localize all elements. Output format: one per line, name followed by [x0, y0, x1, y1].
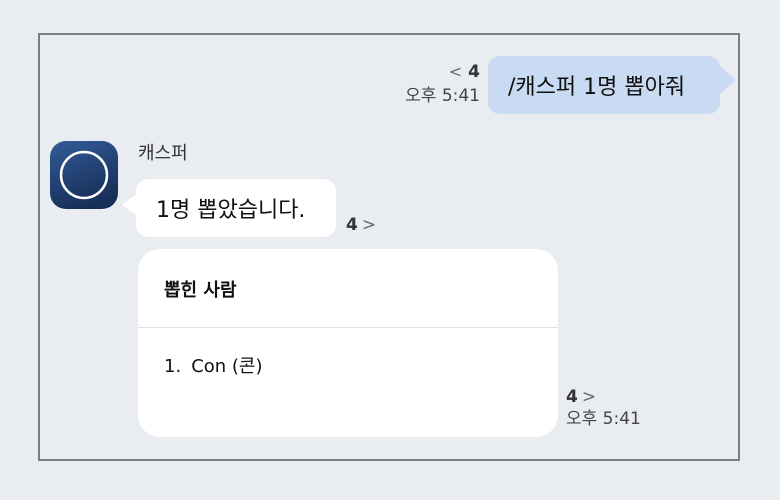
card-time: 오후 5:41 — [566, 409, 641, 429]
outgoing-bubble-tail — [720, 66, 736, 94]
outgoing-text: /캐스퍼 1명 뽑아줘 — [508, 75, 686, 100]
sender-avatar[interactable] — [50, 141, 118, 209]
outgoing-time: 오후 5:41 — [405, 86, 480, 106]
incoming-text: 1명 뽑았습니다. — [156, 198, 306, 223]
unread-count: 4 — [346, 215, 358, 235]
list-item-number: 1. — [164, 356, 182, 377]
outgoing-meta: <4 오후 5:41 — [392, 60, 480, 108]
sender-name[interactable]: 캐스퍼 — [138, 142, 188, 166]
card-meta: 4 > 오후 5:41 — [566, 386, 641, 430]
card-unread[interactable]: 4 > — [566, 386, 641, 408]
outgoing-unread[interactable]: <4 — [392, 60, 480, 84]
incoming-bubble[interactable]: 1명 뽑았습니다. — [136, 179, 336, 237]
outgoing-message[interactable]: /캐스퍼 1명 뽑아줘 — [488, 56, 736, 114]
card-title: 뽑힌 사람 — [164, 280, 237, 301]
card-divider — [138, 327, 558, 328]
chevron-left-icon: < — [448, 62, 463, 81]
list-item: 1. Con (콘) — [164, 355, 263, 379]
unread-count: 4 — [468, 62, 480, 82]
incoming-message[interactable]: 1명 뽑았습니다. — [120, 179, 340, 239]
circle-logo-icon — [59, 150, 109, 200]
result-card[interactable]: 뽑힌 사람 1. Con (콘) — [138, 249, 558, 437]
unread-count: 4 — [566, 387, 578, 407]
chevron-right-icon: > — [361, 215, 377, 235]
outgoing-bubble[interactable]: /캐스퍼 1명 뽑아줘 — [488, 56, 720, 114]
list-item-label: Con (콘) — [191, 356, 263, 377]
chevron-right-icon: > — [581, 387, 597, 407]
incoming-unread[interactable]: 4 > — [346, 214, 376, 236]
